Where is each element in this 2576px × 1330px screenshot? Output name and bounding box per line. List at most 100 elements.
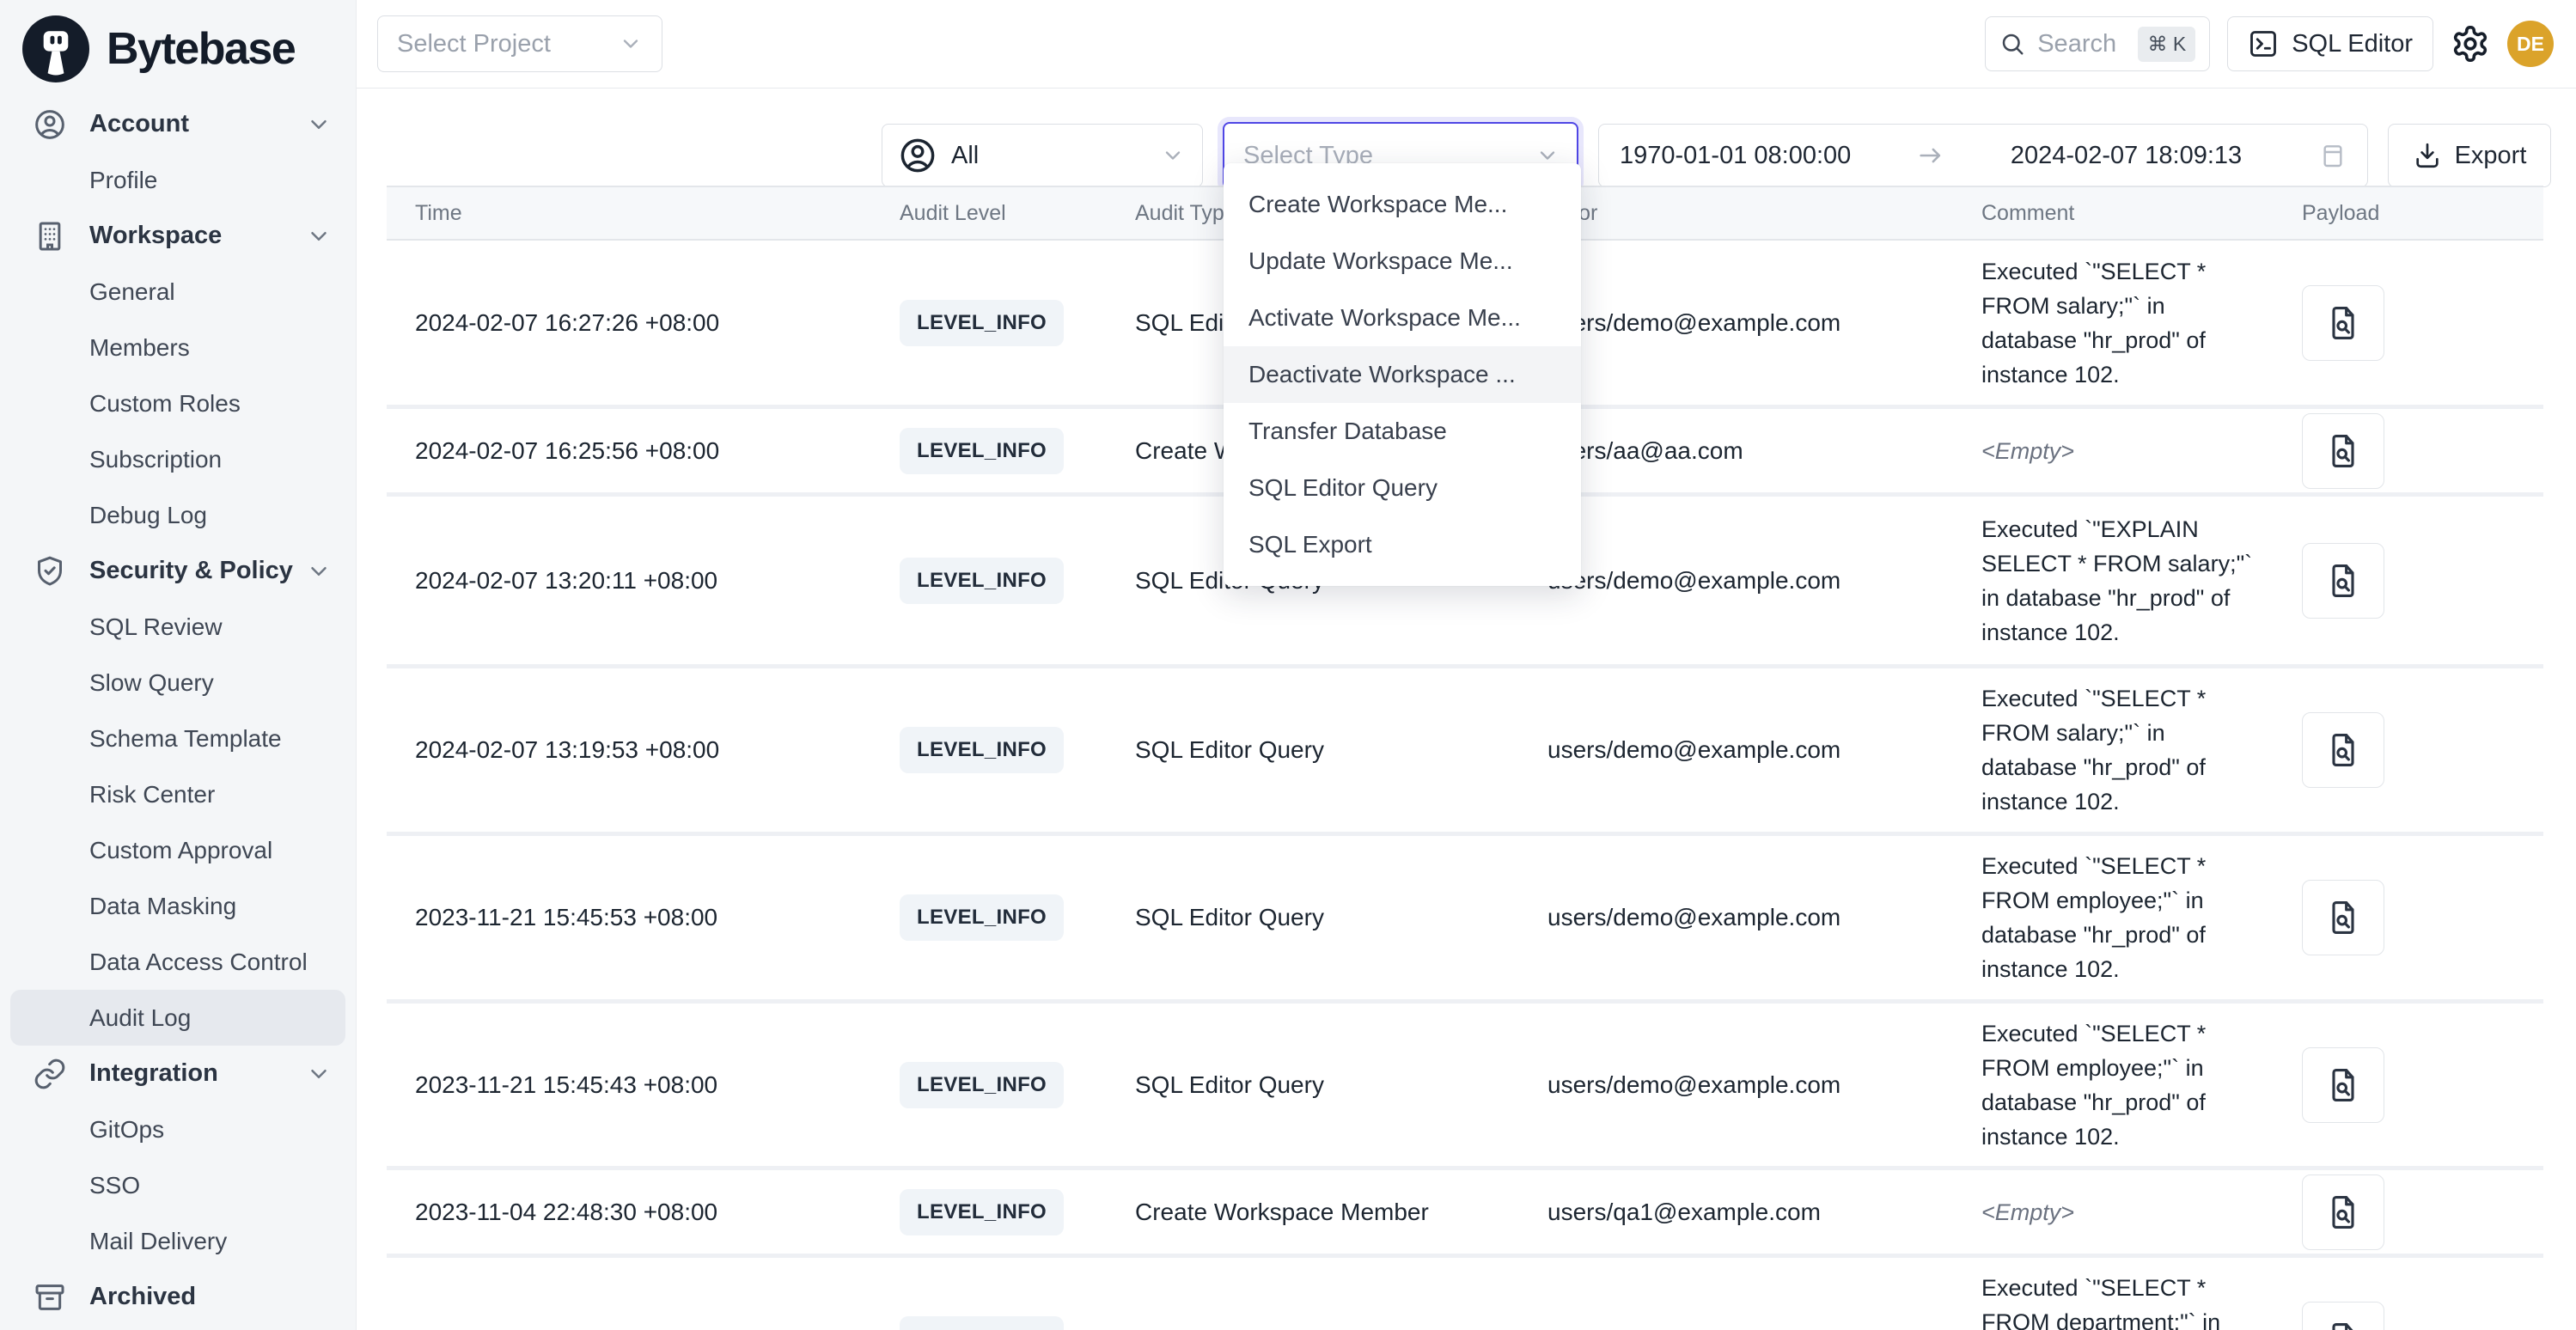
date-range-start[interactable]: 1970-01-01 08:00:00 — [1620, 142, 1851, 170]
sidebar-item-subscription[interactable]: Subscription — [10, 431, 345, 487]
sidebar-item-workspace[interactable]: Workspace — [10, 208, 345, 264]
cell-audit-type: SQL Editor Query — [1107, 904, 1519, 931]
sidebar-item-label: Data Masking — [89, 893, 236, 920]
avatar[interactable]: DE — [2507, 21, 2554, 67]
payload-view-button[interactable] — [2302, 1302, 2384, 1330]
calendar-icon — [2319, 142, 2347, 169]
building-icon — [33, 219, 67, 253]
sidebar-item-audit-log[interactable]: Audit Log — [10, 990, 345, 1046]
sidebar-item-security-policy[interactable]: Security & Policy — [10, 543, 345, 599]
sidebar-item-label: Risk Center — [89, 781, 215, 808]
payload-view-button[interactable] — [2302, 1047, 2384, 1123]
chevron-down-icon — [1161, 143, 1185, 168]
cell-payload — [2274, 880, 2543, 955]
dropdown-option-deactivate-workspace-member[interactable]: Deactivate Workspace ... — [1224, 346, 1581, 403]
cell-time: 2023-11-04 21:26:24 +08:00 — [387, 1326, 871, 1330]
cell-time: 2023-11-21 15:45:53 +08:00 — [387, 904, 871, 931]
actor-filter-select[interactable]: All — [882, 124, 1203, 187]
sidebar-item-label: SQL Review — [89, 613, 223, 641]
cell-payload — [2274, 712, 2543, 788]
sidebar-item-gitops[interactable]: GitOps — [10, 1101, 345, 1157]
cell-actor: users/demo@example.com — [1519, 904, 1953, 931]
sidebar-item-label: SSO — [89, 1172, 140, 1199]
sidebar: Bytebase Account Profile Workspace Gener… — [0, 0, 357, 1330]
dropdown-option-create-workspace-member[interactable]: Create Workspace Me... — [1224, 176, 1581, 233]
brand-logo[interactable]: Bytebase — [0, 0, 356, 93]
dropdown-option-update-workspace-member[interactable]: Update Workspace Me... — [1224, 233, 1581, 290]
sidebar-item-custom-roles[interactable]: Custom Roles — [10, 375, 345, 431]
sidebar-item-label: Custom Approval — [89, 837, 272, 864]
payload-view-button[interactable] — [2302, 413, 2384, 489]
sidebar-nav: Account Profile Workspace General Member… — [0, 93, 356, 1325]
sidebar-item-data-masking[interactable]: Data Masking — [10, 878, 345, 934]
payload-view-button[interactable] — [2302, 543, 2384, 619]
dropdown-option-sql-export[interactable]: SQL Export — [1224, 516, 1581, 573]
cell-actor: users/demo@example.com — [1519, 736, 1953, 764]
payload-view-button[interactable] — [2302, 1174, 2384, 1250]
date-range-picker[interactable]: 1970-01-01 08:00:00 2024-02-07 18:09:13 — [1598, 124, 2368, 187]
cell-payload — [2274, 285, 2543, 361]
sidebar-item-integration[interactable]: Integration — [10, 1046, 345, 1101]
cell-payload — [2274, 1302, 2543, 1330]
export-label: Export — [2455, 142, 2527, 170]
chevron-down-icon — [306, 1061, 332, 1087]
chevron-down-icon — [306, 112, 332, 137]
sidebar-item-sso[interactable]: SSO — [10, 1157, 345, 1213]
sidebar-item-schema-template[interactable]: Schema Template — [10, 711, 345, 766]
sql-editor-button[interactable]: SQL Editor — [2227, 16, 2433, 71]
user-circle-icon — [33, 107, 67, 142]
sidebar-item-account[interactable]: Account — [10, 96, 345, 152]
dropdown-option-activate-workspace-member[interactable]: Activate Workspace Me... — [1224, 290, 1581, 346]
cell-audit-type: Create Workspace Member — [1107, 1199, 1519, 1226]
dropdown-option-transfer-database[interactable]: Transfer Database — [1224, 403, 1581, 460]
sidebar-item-label: Account — [89, 110, 189, 138]
arrow-right-icon — [1916, 141, 1945, 170]
column-header-time: Time — [387, 201, 871, 226]
sidebar-item-debug-log[interactable]: Debug Log — [10, 487, 345, 543]
cell-audit-type: SQL Editor Query — [1107, 1326, 1519, 1330]
cell-audit-level: LEVEL_INFO — [871, 1316, 1107, 1330]
link-icon — [33, 1057, 67, 1091]
sidebar-item-members[interactable]: Members — [10, 320, 345, 375]
cell-actor: users/qa1@example.com — [1519, 1199, 1953, 1226]
sidebar-item-label: Archived — [89, 1283, 196, 1311]
sidebar-item-slow-query[interactable]: Slow Query — [10, 655, 345, 711]
payload-view-button[interactable] — [2302, 712, 2384, 788]
cell-actor: users/demo@example.com — [1519, 567, 1953, 595]
dropdown-option-sql-editor-query[interactable]: SQL Editor Query — [1224, 460, 1581, 516]
sidebar-item-risk-center[interactable]: Risk Center — [10, 766, 345, 822]
sidebar-item-label: Custom Roles — [89, 390, 241, 418]
topbar: Select Project Search ⌘ K SQL Editor DE — [357, 0, 2576, 88]
table-row: 2023-11-04 21:26:24 +08:00 LEVEL_INFO SQ… — [387, 1258, 2543, 1330]
sql-editor-label: SQL Editor — [2292, 30, 2413, 58]
brand-name: Bytebase — [107, 23, 295, 75]
column-header-comment: Comment — [1953, 201, 2274, 226]
sidebar-item-profile[interactable]: Profile — [10, 152, 345, 208]
sidebar-item-general[interactable]: General — [10, 264, 345, 320]
sidebar-item-custom-approval[interactable]: Custom Approval — [10, 822, 345, 878]
project-select[interactable]: Select Project — [377, 15, 662, 72]
archive-icon — [33, 1280, 67, 1315]
export-button[interactable]: Export — [2388, 124, 2551, 187]
sidebar-item-mail-delivery[interactable]: Mail Delivery — [10, 1213, 345, 1269]
cell-actor: users/demo@example.com — [1519, 1326, 1953, 1330]
file-search-icon — [2324, 1066, 2362, 1104]
gear-icon[interactable] — [2451, 24, 2490, 64]
sidebar-item-data-access-control[interactable]: Data Access Control — [10, 934, 345, 990]
cell-comment: Executed `"SELECT * FROM department;"` i… — [1953, 1271, 2274, 1330]
cell-actor: users/demo@example.com — [1519, 1071, 1953, 1099]
cell-audit-level: LEVEL_INFO — [871, 1062, 1107, 1108]
cell-time: 2024-02-07 13:19:53 +08:00 — [387, 736, 871, 764]
main-content: All Select Type 1970-01-01 08:00:00 2024… — [357, 89, 2576, 1330]
sidebar-item-archived[interactable]: Archived — [10, 1269, 345, 1325]
sidebar-item-label: Mail Delivery — [89, 1228, 227, 1255]
cell-time: 2024-02-07 16:25:56 +08:00 — [387, 437, 871, 465]
cell-audit-level: LEVEL_INFO — [871, 428, 1107, 474]
payload-view-button[interactable] — [2302, 880, 2384, 955]
sidebar-item-sql-review[interactable]: SQL Review — [10, 599, 345, 655]
date-range-end[interactable]: 2024-02-07 18:09:13 — [2011, 142, 2242, 170]
column-header-payload: Payload — [2274, 201, 2543, 226]
search-input[interactable]: Search ⌘ K — [1985, 16, 2210, 71]
sidebar-item-label: Subscription — [89, 446, 222, 473]
payload-view-button[interactable] — [2302, 285, 2384, 361]
